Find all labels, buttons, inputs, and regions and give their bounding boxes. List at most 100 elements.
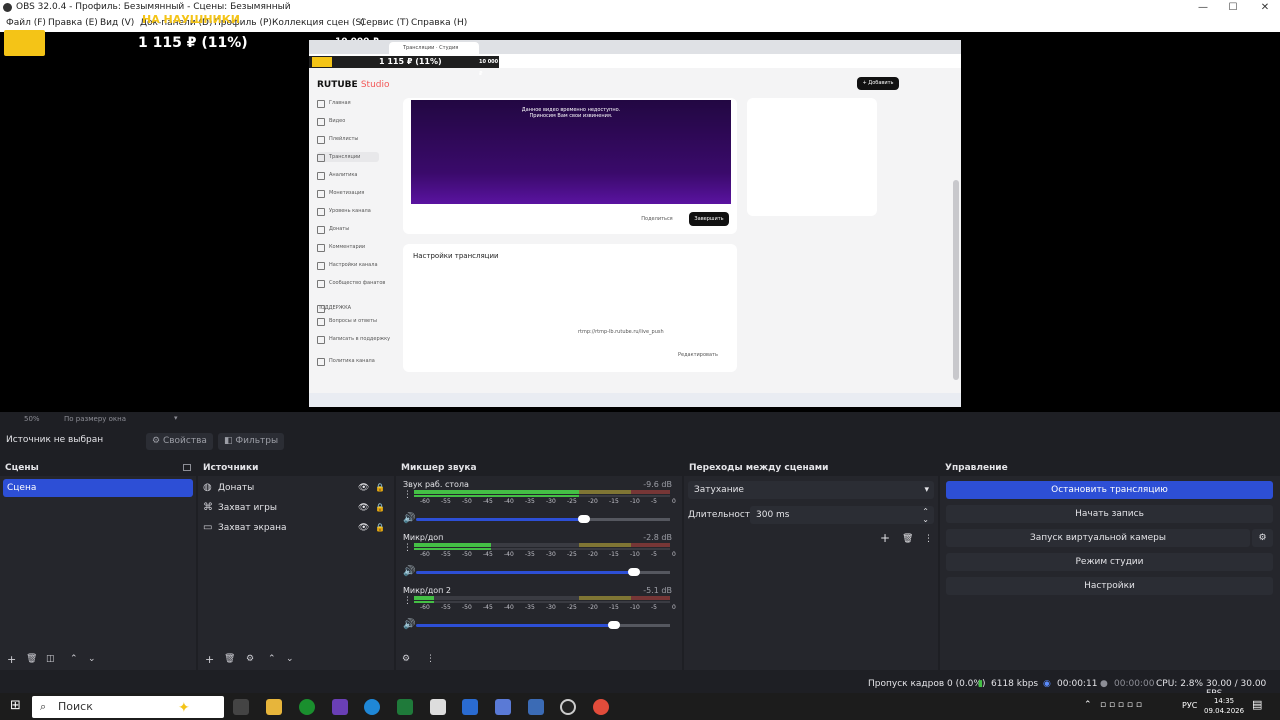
volume-slider[interactable] — [416, 568, 670, 576]
filter-icon: ◧ — [224, 436, 236, 446]
eye-icon[interactable]: 👁 — [358, 479, 369, 497]
mixer-settings-icon[interactable]: ⚙ — [402, 654, 410, 664]
volume-slider-handle[interactable] — [628, 568, 641, 576]
meter-tick-label: -15 — [609, 604, 619, 611]
move-up-icon[interactable]: ⌃ — [268, 654, 276, 664]
sources-toolbar: + 🗑 ⚙ ⌃ ⌄ — [198, 650, 394, 670]
gear-icon[interactable]: ⚙ — [246, 654, 254, 664]
task-view-icon[interactable] — [233, 699, 249, 715]
filters-button[interactable]: ◧ Фильтры — [218, 433, 285, 450]
meter-ticks: -60 -55 -50 -45 -40 -35 -30 -25 -20 -15 -10 -5 0 — [414, 498, 676, 506]
trash-icon[interactable]: 🗑 — [26, 654, 37, 664]
zoom-fit-select[interactable]: По размеру окна — [64, 415, 126, 423]
edge-icon[interactable] — [364, 699, 380, 715]
menu-file[interactable]: Файл (F) — [6, 18, 46, 28]
menu-view[interactable]: Вид (V) — [100, 18, 134, 28]
speaker-icon[interactable]: 🔊 — [403, 566, 415, 577]
eye-icon[interactable]: 👁 — [358, 519, 369, 537]
meter-tick-label: -60 — [420, 604, 430, 611]
lock-icon[interactable]: 🔒 — [375, 479, 385, 497]
stream-time: 00:00:11 — [1057, 679, 1098, 689]
xbox-icon[interactable] — [299, 699, 315, 715]
menu-scene-collection[interactable]: Коллекция сцен (S) — [272, 18, 365, 28]
bitrate: 6118 kbps — [991, 679, 1039, 689]
notification-icon[interactable]: ▤ — [1252, 698, 1262, 711]
clock[interactable]: 14:35 09.04.2026 — [1204, 696, 1244, 716]
move-down-icon[interactable]: ⌄ — [286, 654, 294, 664]
volume-slider-handle[interactable] — [608, 621, 621, 629]
more-icon[interactable]: ⋮ — [403, 596, 412, 606]
properties-button[interactable]: ⚙ Свойства — [146, 433, 213, 450]
yandex-icon[interactable] — [495, 699, 511, 715]
stepper-icon[interactable]: ⌄ — [922, 511, 929, 529]
volume-slider[interactable] — [416, 515, 670, 523]
virtual-camera-settings[interactable]: ⚙ — [1252, 529, 1273, 547]
studio-nav-section: ПОДДЕРЖКА — [317, 305, 352, 313]
preview-zoom-bar: 50% По размеру окна ▾ — [0, 412, 1280, 426]
meter-tick-label: 0 — [672, 551, 676, 558]
lock-icon[interactable]: 🔒 — [375, 499, 385, 517]
excel-icon[interactable] — [397, 699, 413, 715]
chevron-down-icon[interactable]: ▾ — [174, 414, 178, 422]
speaker-icon[interactable]: 🔊 — [403, 619, 415, 630]
tray-chevron-icon[interactable]: ⌃ — [1084, 700, 1092, 710]
scenes-dock: Сцены Сцена + 🗑 ◫ ⌃ ⌄ — [0, 460, 196, 670]
globe-icon: ◍ — [203, 482, 212, 493]
trash-icon[interactable]: 🗑 — [224, 654, 235, 664]
source-item-screen-capture[interactable]: ▭ Захват экрана 👁 🔒 — [201, 519, 391, 537]
more-icon[interactable]: ⋮ — [403, 490, 412, 500]
settings-button[interactable]: Настройки — [946, 577, 1273, 595]
undock-icon[interactable] — [183, 464, 191, 471]
trash-icon[interactable]: 🗑 — [902, 534, 913, 544]
more-icon[interactable]: ⋮ — [426, 654, 435, 664]
volume-slider-handle[interactable] — [577, 515, 590, 523]
source-item-donations[interactable]: ◍ Донаты 👁 🔒 — [201, 479, 391, 497]
studio-nav-item: Политика канала — [317, 356, 375, 366]
lock-icon[interactable]: 🔒 — [375, 519, 385, 537]
more-icon[interactable]: ⋮ — [403, 543, 412, 553]
menu-tools[interactable]: Сервис (T) — [360, 18, 409, 28]
controls-dock-title: Управление — [940, 460, 1280, 476]
move-up-icon[interactable]: ⌃ — [70, 654, 78, 664]
windows-start-icon[interactable]: ⊞ — [10, 698, 21, 713]
add-transition-icon[interactable]: + — [880, 531, 890, 545]
menu-edit[interactable]: Правка (E) — [48, 18, 98, 28]
speaker-icon[interactable]: 🔊 — [403, 513, 415, 524]
zoom-level[interactable]: 50% — [24, 415, 40, 423]
file-explorer-icon[interactable] — [266, 699, 282, 715]
mail-icon[interactable] — [462, 699, 478, 715]
studio-mode-button[interactable]: Режим студии — [946, 553, 1273, 571]
virtual-camera-button[interactable]: Запуск виртуальной камеры — [946, 529, 1250, 547]
maximize-button[interactable]: ☐ — [1218, 0, 1248, 15]
scene-filter-icon[interactable]: ◫ — [46, 654, 55, 664]
menu-help[interactable]: Справка (H) — [411, 18, 467, 28]
add-scene-icon[interactable]: + — [7, 653, 16, 666]
taskbar-search[interactable]: ⌕ Поиск ✦ — [32, 696, 224, 718]
source-item-game-capture[interactable]: ⌘ Захват игры 👁 🔒 — [201, 499, 391, 517]
tray-icons[interactable]: ▫ ▫ ▫ ▫ ▫ — [1100, 700, 1142, 710]
meter-red-zone — [631, 543, 670, 547]
scenes-dock-title: Сцены — [0, 460, 196, 476]
more-icon[interactable]: ⋮ — [924, 534, 933, 544]
volume-slider-rest — [583, 518, 670, 521]
eye-icon[interactable]: 👁 — [358, 499, 369, 517]
language-indicator[interactable]: РУС — [1182, 701, 1197, 710]
meter-tick-label: -20 — [588, 551, 598, 558]
scene-item[interactable]: Сцена — [3, 479, 193, 497]
chrome-icon[interactable] — [593, 699, 609, 715]
transition-select[interactable]: Затухание ▾ — [688, 481, 934, 499]
app-icon[interactable] — [332, 699, 348, 715]
volume-slider[interactable] — [416, 621, 670, 629]
add-source-icon[interactable]: + — [205, 653, 214, 666]
store-icon[interactable] — [430, 699, 446, 715]
minimize-button[interactable]: — — [1188, 0, 1218, 15]
meter-yellow-zone — [579, 490, 631, 494]
stop-stream-button[interactable]: Остановить трансляцию — [946, 481, 1273, 499]
start-record-button[interactable]: Начать запись — [946, 505, 1273, 523]
duration-input[interactable]: 300 ms ⌃ ⌄ — [750, 506, 934, 524]
app-icon[interactable] — [528, 699, 544, 715]
move-down-icon[interactable]: ⌄ — [88, 654, 96, 664]
obs-icon[interactable] — [560, 699, 576, 715]
close-button[interactable]: ✕ — [1250, 0, 1280, 15]
meter-tick-label: -60 — [420, 551, 430, 558]
